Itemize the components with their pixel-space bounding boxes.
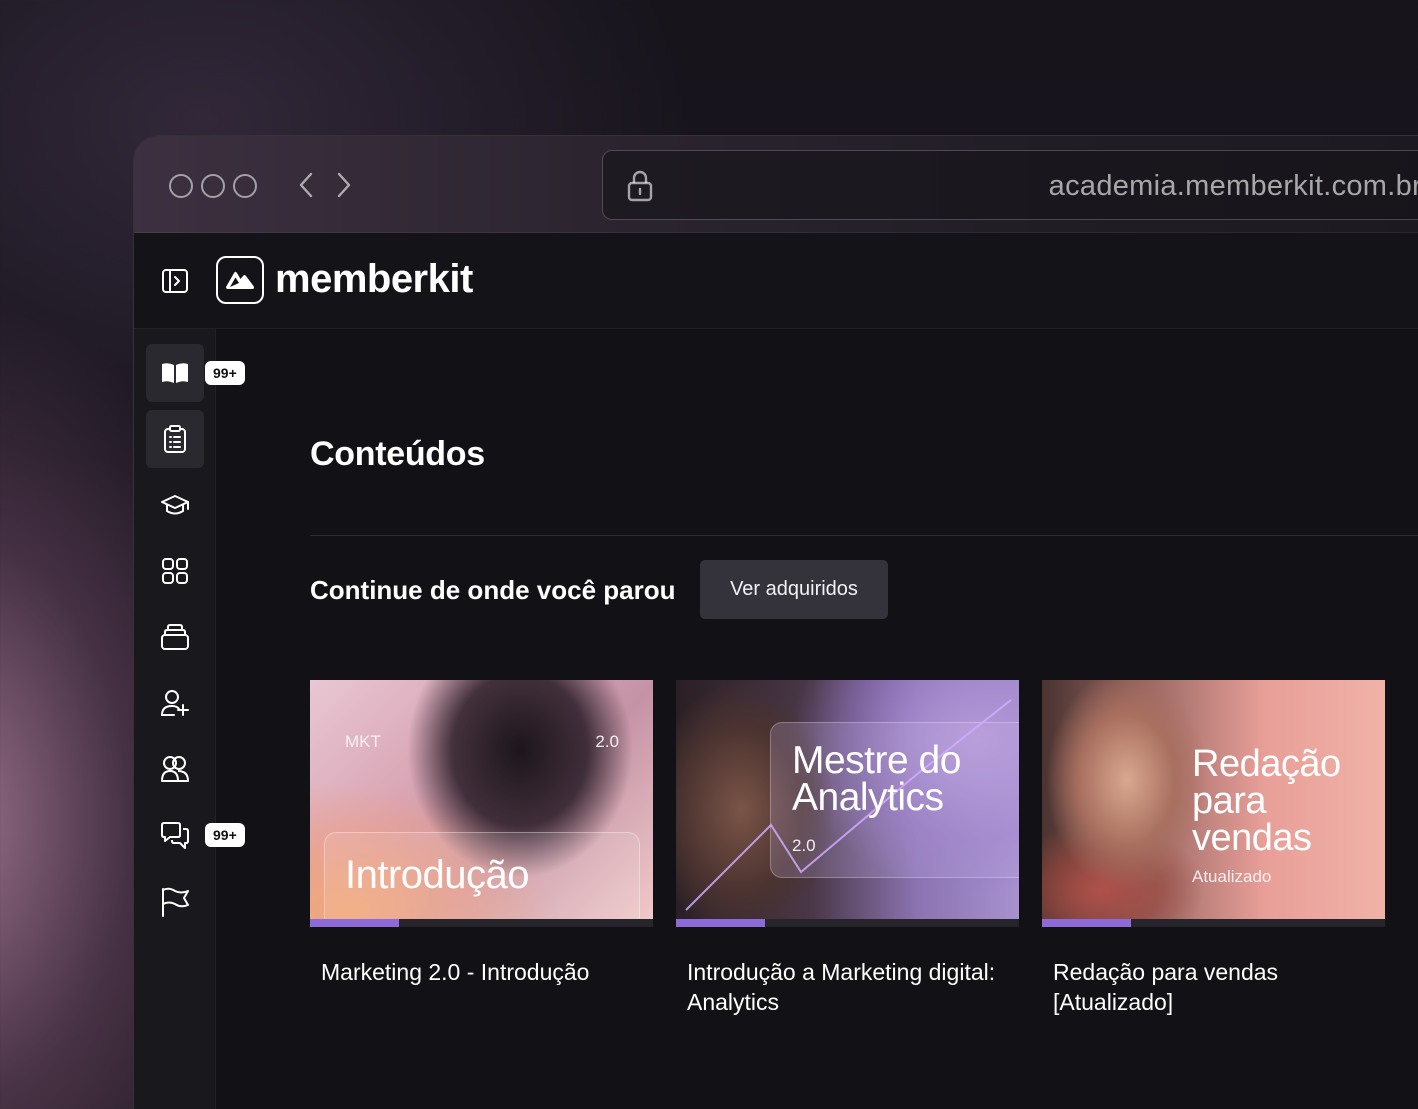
thumbnail-tag: MKT (345, 732, 381, 751)
stack-icon (161, 624, 189, 650)
flag-icon (162, 887, 189, 917)
course-title[interactable]: Redação para vendas [Atualizado] (1042, 957, 1385, 1017)
chat-bubbles-icon (161, 822, 189, 849)
app-header: memberkit (134, 233, 1418, 329)
page-title: Conteúdos (310, 435, 485, 473)
clipboard-list-icon (164, 425, 186, 453)
forward-button[interactable] (332, 170, 354, 200)
thumbnail-version: 2.0 (595, 732, 619, 751)
sidebar-item-apps[interactable] (146, 542, 204, 600)
url-text: academia.memberkit.com.br (1048, 170, 1418, 202)
course-progress-bar (676, 919, 1019, 927)
sidebar-item-courses[interactable] (146, 476, 204, 534)
thumbnail-version: 2.0 (792, 836, 816, 855)
brand-name: memberkit (275, 257, 473, 301)
sidebar-item-contents[interactable]: 99+ (146, 344, 245, 402)
course-progress-bar (310, 919, 653, 927)
thumbnail-subtitle: Atualizado (1192, 867, 1272, 886)
course-card[interactable]: Mestre do Analytics 2.0 Introdução a Mar… (676, 680, 1019, 1017)
window-controls (169, 174, 257, 198)
course-card[interactable]: Redação para vendas Atualizado Redação p… (1042, 680, 1385, 1017)
course-progress-bar (1042, 919, 1385, 927)
user-plus-icon (161, 690, 189, 716)
course-thumbnail[interactable]: MKT 2.0 Introdução (310, 680, 653, 919)
book-open-icon (162, 363, 188, 383)
back-button[interactable] (296, 170, 318, 200)
sidebar: 99+ 99+ (134, 329, 245, 1109)
course-progress-fill (1042, 919, 1132, 927)
sidebar-toggle-icon[interactable] (160, 266, 190, 296)
course-title[interactable]: Marketing 2.0 - Introdução (310, 957, 653, 987)
users-icon (161, 756, 189, 782)
grid-icon (162, 558, 188, 584)
sidebar-item-comments[interactable]: 99+ (146, 806, 245, 864)
sidebar-item-tasks[interactable] (146, 410, 204, 468)
close-window-button[interactable] (169, 174, 193, 198)
sidebar-item-add-member[interactable] (146, 674, 204, 732)
sidebar-item-reports[interactable] (146, 872, 204, 930)
thumbnail-title: Redação para vendas (1192, 743, 1341, 859)
section-title: Continue de onde você parou (310, 575, 676, 605)
thumbnail-title: Introdução (345, 853, 530, 897)
course-title[interactable]: Introdução a Marketing digital: Analytic… (676, 957, 1019, 1017)
main-content: Conteúdos Continue de onde você parou Ve… (216, 329, 1418, 1109)
lock-icon (627, 170, 653, 202)
history-navigation (296, 170, 354, 200)
mountain-logo-icon (226, 271, 254, 289)
chevron-left-icon (299, 172, 313, 198)
thumbnail-title: Mestre do Analytics (792, 739, 961, 819)
maximize-window-button[interactable] (233, 174, 257, 198)
sidebar-item-products[interactable] (146, 608, 204, 666)
ver-adquiridos-button[interactable]: Ver adquiridos (700, 560, 888, 619)
course-thumbnail[interactable]: Mestre do Analytics 2.0 (676, 680, 1019, 919)
chevron-right-icon (337, 172, 351, 198)
minimize-window-button[interactable] (201, 174, 225, 198)
sidebar-item-community[interactable] (146, 740, 204, 798)
address-bar[interactable]: academia.memberkit.com.br (602, 150, 1418, 220)
browser-titlebar: academia.memberkit.com.br (134, 136, 1418, 233)
course-card[interactable]: MKT 2.0 Introdução Marketing 2.0 - Intro… (310, 680, 653, 987)
browser-window: academia.memberkit.com.br memberkit 99+ (133, 135, 1418, 1109)
memberkit-logo[interactable] (216, 256, 264, 304)
course-thumbnail[interactable]: Redação para vendas Atualizado (1042, 680, 1385, 919)
graduation-cap-icon (161, 495, 189, 515)
title-divider (310, 535, 1418, 536)
course-progress-fill (676, 919, 766, 927)
course-progress-fill (310, 919, 400, 927)
